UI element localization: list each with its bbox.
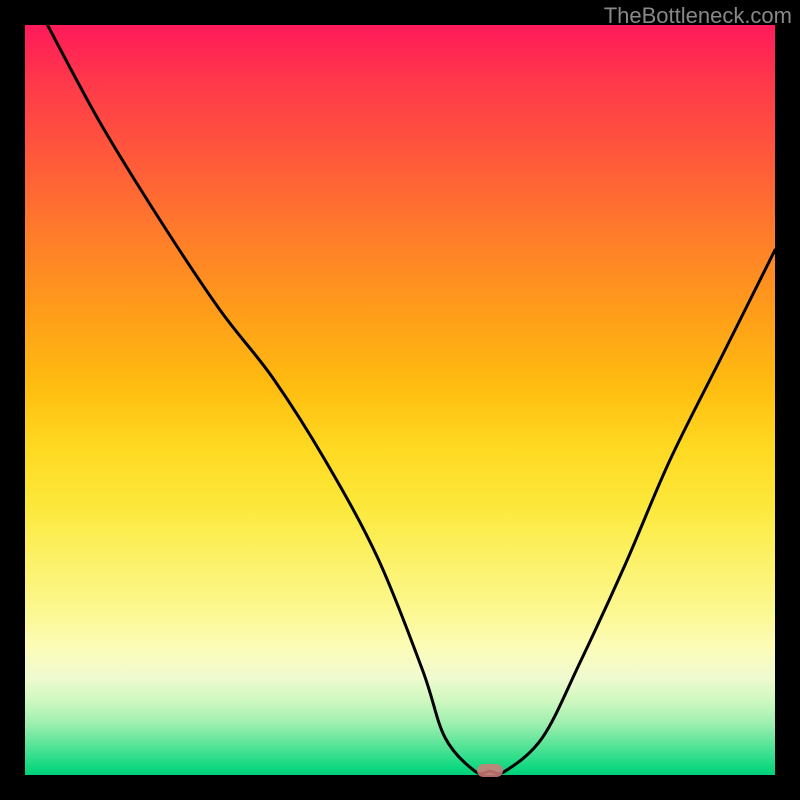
chart-container: TheBottleneck.com bbox=[0, 0, 800, 800]
curve-svg bbox=[25, 25, 775, 775]
plot-area bbox=[25, 25, 775, 775]
bottleneck-curve bbox=[48, 25, 776, 774]
min-marker bbox=[477, 764, 503, 777]
